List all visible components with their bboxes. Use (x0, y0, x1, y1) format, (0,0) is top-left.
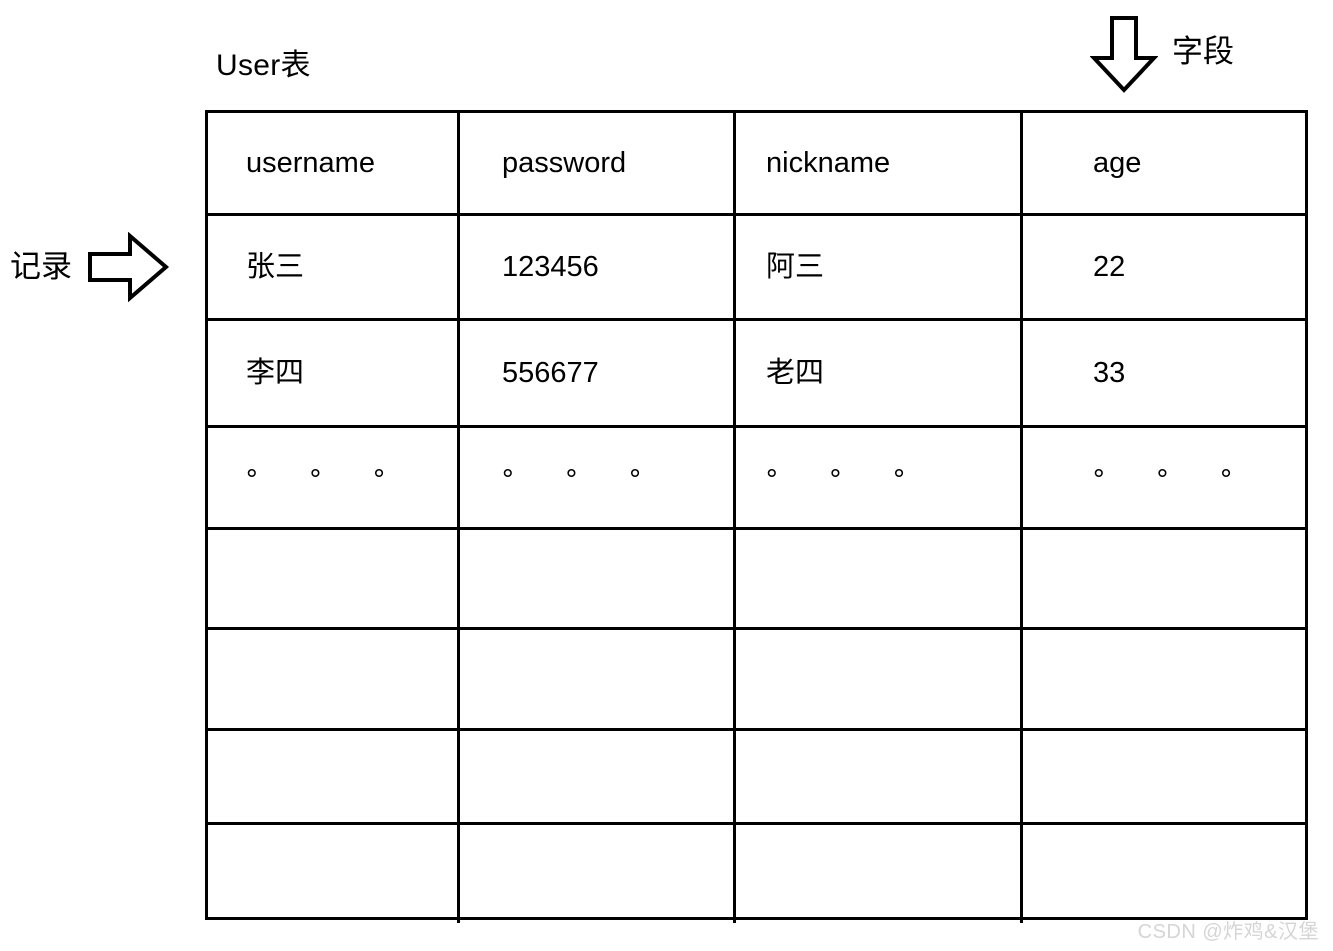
annotation-field: 字段 (1090, 14, 1234, 94)
cell-password (460, 825, 736, 923)
cell-nickname (736, 731, 1023, 822)
cell-age: 22 (1093, 251, 1126, 283)
cell-nickname: 阿三 (736, 216, 1023, 318)
table-row: 李四 556677 老四 33 (208, 321, 1305, 428)
table-row-ellipsis: ° ° ° ° ° ° ° ° ° ° ° ° (208, 428, 1305, 530)
table-header-row: username password nickname age (208, 113, 1305, 216)
table-row: 张三 123456 阿三 22 (208, 216, 1305, 321)
cell-ellipsis-username: ° ° ° (208, 428, 460, 527)
annotation-field-label: 字段 (1172, 34, 1234, 69)
column-header-username: username (208, 113, 460, 213)
cell-username: 张三 (208, 216, 460, 318)
cell-age (1023, 731, 1305, 822)
ellipsis-dots: ° ° ° (1093, 463, 1254, 496)
ellipsis-dots: ° ° ° (502, 463, 663, 496)
table-row-empty (208, 731, 1305, 825)
cell-age (1023, 530, 1305, 627)
diagram-canvas: User表 字段 记录 username password nickname a… (0, 0, 1333, 951)
ellipsis-dots: ° ° ° (766, 463, 927, 496)
arrow-right-icon (86, 232, 170, 302)
cell-ellipsis-age: ° ° ° (1023, 428, 1305, 527)
cell-nickname (736, 825, 1023, 923)
cell-username (208, 731, 460, 822)
cell-username (208, 825, 460, 923)
page-title: User表 (216, 49, 311, 82)
cell-nickname (736, 630, 1023, 728)
column-header-password: password (460, 113, 736, 213)
cell-password (460, 630, 736, 728)
cell-age (1023, 825, 1305, 923)
cell-password: 556677 (460, 321, 736, 425)
watermark: CSDN @炸鸡&汉堡 (1137, 921, 1319, 943)
cell-ellipsis-nickname: ° ° ° (736, 428, 1023, 527)
cell-nickname: 老四 (736, 321, 1023, 425)
cell-username (208, 630, 460, 728)
user-table: username password nickname age 张三 123456… (205, 110, 1308, 923)
table-row-empty (208, 630, 1305, 731)
cell-username: 李四 (208, 321, 460, 425)
cell-password (460, 530, 736, 627)
annotation-record-label: 记录 (10, 249, 72, 284)
cell-age: 33 (1093, 357, 1126, 389)
arrow-down-icon (1090, 14, 1158, 94)
table-row-empty (208, 530, 1305, 630)
annotation-record: 记录 (10, 232, 170, 302)
cell-username (208, 530, 460, 627)
column-header-nickname: nickname (736, 113, 1023, 213)
cell-password (460, 731, 736, 822)
cell-ellipsis-password: ° ° ° (460, 428, 736, 527)
cell-password: 123456 (460, 216, 736, 318)
ellipsis-dots: ° ° ° (246, 463, 407, 496)
table-row-empty (208, 825, 1305, 923)
cell-age (1023, 630, 1305, 728)
cell-nickname (736, 530, 1023, 627)
column-header-age: age (1093, 147, 1142, 179)
